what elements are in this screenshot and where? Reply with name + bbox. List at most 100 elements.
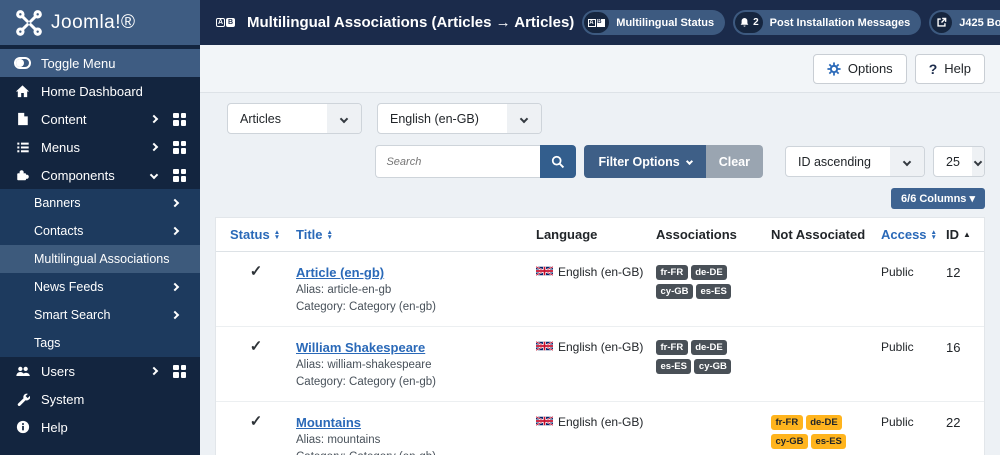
- sort-ascending-icon: ▲: [963, 230, 971, 239]
- filter-options-button[interactable]: Filter Options: [584, 145, 706, 178]
- sidebar-item-home-dashboard[interactable]: Home Dashboard: [0, 77, 200, 105]
- not-associated-badge[interactable]: fr-FR: [771, 415, 803, 430]
- status-cell: ✓: [216, 252, 296, 326]
- sidebar-item-banners[interactable]: Banners: [0, 189, 200, 217]
- published-check-icon[interactable]: ✓: [250, 339, 263, 354]
- clear-button[interactable]: Clear: [705, 145, 763, 178]
- association-badge[interactable]: de-DE: [690, 265, 728, 280]
- dashboard-grid-icon[interactable]: [173, 140, 186, 154]
- chevron-right-icon: [170, 198, 180, 208]
- associations-cell: fr-FR de-DE cy-GB es-ES: [656, 252, 771, 326]
- sidebar-item-components[interactable]: Components: [0, 161, 200, 189]
- chevron-down-icon: [685, 157, 693, 166]
- column-header-access[interactable]: Access ▲ ▼: [881, 218, 946, 251]
- published-check-icon[interactable]: ✓: [250, 414, 263, 429]
- post-installation-messages-button[interactable]: 2 Post Installation Messages: [733, 10, 922, 35]
- sidebar-item-users[interactable]: Users: [0, 357, 200, 385]
- status-cell: ✓: [216, 327, 296, 401]
- puzzle-icon: [14, 168, 31, 182]
- sidebar-item-help[interactable]: Help: [0, 413, 200, 441]
- help-button[interactable]: ? Help: [914, 53, 985, 84]
- id-cell: 12: [946, 265, 961, 280]
- file-icon: [14, 112, 31, 126]
- search-input[interactable]: [375, 145, 541, 178]
- home-icon: [14, 84, 31, 99]
- table-row: ✓ Article (en-gb) Alias: article-en-gb Cate…: [216, 252, 984, 326]
- sort-icon: ▲ ▼: [273, 228, 281, 241]
- associations-table: Status ▲ ▼ Title ▲ ▼ Language Associations…: [215, 217, 985, 455]
- sort-icon: ▲ ▼: [326, 228, 333, 241]
- main-content: Options ? Help Articles English (en-GB) …: [200, 45, 1000, 455]
- not-associated-badge[interactable]: de-DE: [805, 415, 843, 430]
- sidebar-item-content[interactable]: Content: [0, 105, 200, 133]
- external-link-icon: [931, 12, 953, 33]
- preview-site-button[interactable]: J425 Both: [929, 10, 1000, 35]
- language-cell: English (en-GB): [536, 402, 656, 455]
- association-badge[interactable]: fr-FR: [656, 265, 688, 280]
- language-label: English (en-GB): [558, 340, 644, 354]
- sidebar-item-contacts[interactable]: Contacts: [0, 217, 200, 245]
- sort-order-select[interactable]: ID ascending: [785, 146, 925, 177]
- association-badge[interactable]: cy-GB: [656, 284, 693, 299]
- list-limit-select[interactable]: 25: [933, 146, 985, 177]
- sort-icon: ▲ ▼: [930, 228, 937, 241]
- dashboard-grid-icon[interactable]: [173, 168, 186, 182]
- sidebar-item-smart-search[interactable]: Smart Search: [0, 301, 200, 329]
- joomla-logo[interactable]: Joomla!®: [0, 0, 200, 45]
- item-type-select[interactable]: Articles: [227, 103, 362, 134]
- not-associated-cell: [771, 252, 881, 326]
- article-title-link[interactable]: William Shakespeare: [296, 340, 425, 355]
- chevron-right-icon: [149, 366, 159, 376]
- chevron-down-icon: [890, 147, 924, 176]
- info-icon: [14, 420, 31, 434]
- article-title-link[interactable]: Article (en-gb): [296, 265, 384, 280]
- sidebar-item-tags[interactable]: Tags: [0, 329, 200, 357]
- published-check-icon[interactable]: ✓: [250, 264, 263, 279]
- dashboard-grid-icon[interactable]: [173, 112, 186, 126]
- association-badge[interactable]: de-DE: [690, 340, 728, 355]
- associations-cell: [656, 402, 771, 455]
- dashboard-grid-icon[interactable]: [173, 364, 186, 378]
- column-header-title[interactable]: Title ▲ ▼: [296, 218, 536, 251]
- id-cell: 16: [946, 340, 961, 355]
- article-category: Category: Category (en-gb): [296, 301, 436, 313]
- toolbar: Options ? Help: [200, 45, 1000, 93]
- table-body: ✓ Article (en-gb) Alias: article-en-gb Cate…: [216, 252, 984, 455]
- article-title-link[interactable]: Mountains: [296, 415, 361, 430]
- table-row: ✓ Mountains Alias: mountains Category: Cate…: [216, 401, 984, 455]
- not-associated-badge[interactable]: cy-GB: [771, 434, 808, 449]
- question-mark-icon: ?: [928, 60, 938, 77]
- title-cell: Mountains Alias: mountains Category: Categ…: [296, 402, 536, 455]
- association-badge[interactable]: es-ES: [695, 284, 732, 299]
- sidebar: Toggle Menu Home Dashboard Content Menus…: [0, 45, 200, 455]
- sidebar-item-menus[interactable]: Menus: [0, 133, 200, 161]
- column-header-status[interactable]: Status ▲ ▼: [216, 218, 296, 251]
- columns-toggle-button[interactable]: 6/6 Columns ▾: [891, 188, 985, 209]
- search-button[interactable]: [540, 145, 577, 178]
- access-cell: Public: [881, 415, 914, 429]
- options-button[interactable]: Options: [812, 53, 907, 84]
- language-select[interactable]: English (en-GB): [377, 103, 542, 134]
- article-alias: Alias: mountains: [296, 434, 381, 446]
- column-header-not-associated: Not Associated: [771, 227, 866, 242]
- toggle-menu-button[interactable]: Toggle Menu: [0, 49, 200, 77]
- status-cell: ✓: [216, 402, 296, 455]
- column-header-associations: Associations: [656, 227, 737, 242]
- not-associated-cell: fr-FR de-DE cy-GB es-ES: [771, 402, 881, 455]
- chevron-down-icon: [507, 104, 541, 133]
- sidebar-item-system[interactable]: System: [0, 385, 200, 413]
- not-associated-badge[interactable]: es-ES: [810, 434, 847, 449]
- association-badge[interactable]: cy-GB: [694, 359, 732, 374]
- column-header-language: Language: [536, 227, 598, 242]
- joomla-logo-icon: [16, 9, 42, 36]
- column-header-id[interactable]: ID ▲: [946, 218, 984, 251]
- association-badge[interactable]: es-ES: [656, 359, 692, 374]
- sidebar-item-news-feeds[interactable]: News Feeds: [0, 273, 200, 301]
- chevron-right-icon: [170, 226, 180, 236]
- association-badge[interactable]: fr-FR: [656, 340, 688, 355]
- sidebar-item-multilingual-associations[interactable]: Multilingual Associations: [0, 245, 200, 273]
- header-bar: AB Multilingual Associations (Articles →…: [200, 0, 1000, 45]
- uk-flag-icon: [536, 266, 553, 276]
- article-category: Category: Category (en-gb): [296, 376, 436, 388]
- multilingual-status-button[interactable]: AB Multilingual Status: [582, 10, 726, 35]
